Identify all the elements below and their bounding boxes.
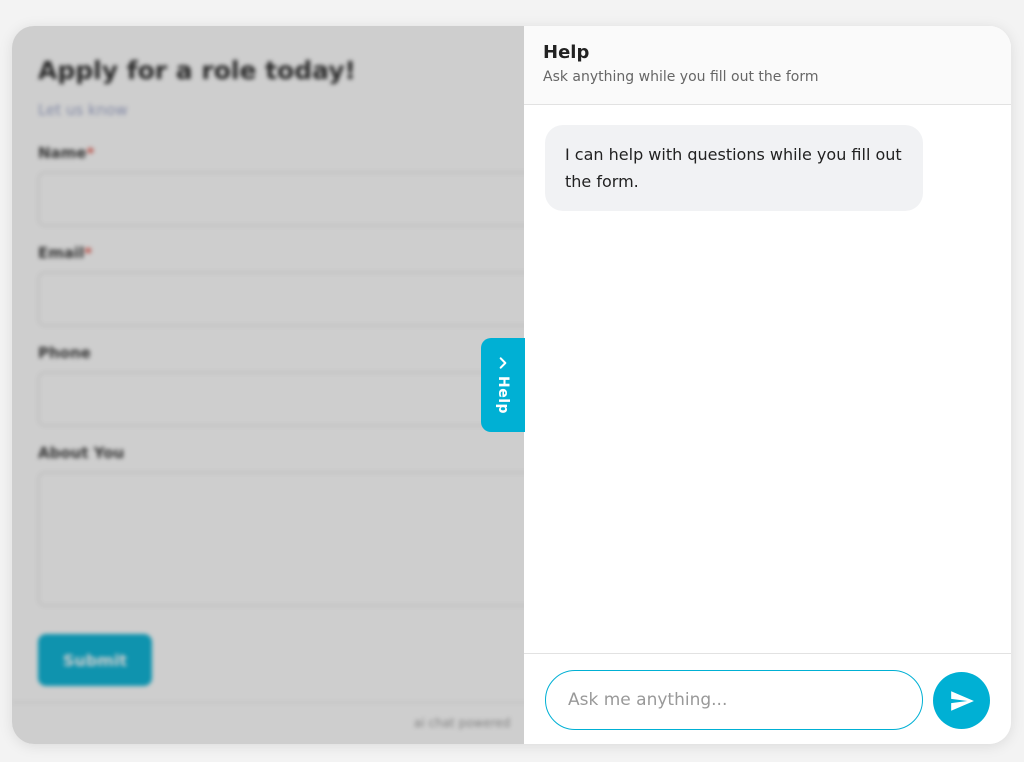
message-composer	[524, 653, 1011, 744]
dim-overlay[interactable]	[12, 26, 524, 744]
app-card: Apply for a role today! Let us know Name…	[12, 26, 1011, 744]
help-tab[interactable]: Help	[481, 338, 525, 432]
assistant-message: I can help with questions while you fill…	[545, 125, 923, 211]
chevron-right-icon	[499, 357, 507, 369]
help-panel-title: Help	[543, 42, 590, 63]
chat-input[interactable]	[545, 670, 923, 730]
send-icon	[950, 690, 974, 711]
help-tab-label: Help	[495, 375, 511, 415]
help-panel-header: Help Ask anything while you fill out the…	[524, 26, 1011, 105]
message-list: I can help with questions while you fill…	[524, 105, 1011, 653]
help-panel-subtitle: Ask anything while you fill out the form	[543, 69, 819, 85]
help-panel: Help Ask anything while you fill out the…	[524, 26, 1011, 744]
send-button[interactable]	[933, 672, 990, 729]
